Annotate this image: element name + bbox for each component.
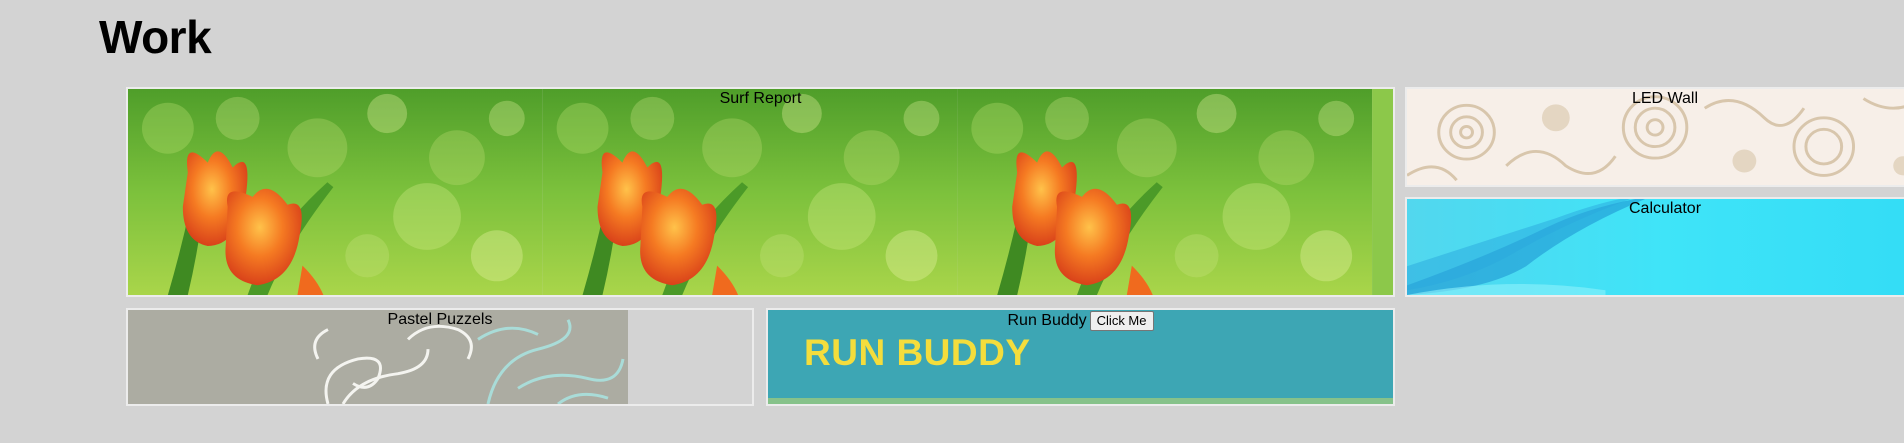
project-card-run-buddy[interactable]: RUN BUDDY Run Buddy Click Me (766, 308, 1395, 406)
project-card-led-wall[interactable]: LED Wall (1405, 87, 1904, 187)
pastel-puzzels-title[interactable]: Pastel Puzzels (128, 311, 752, 329)
click-me-button[interactable]: Click Me (1089, 311, 1154, 331)
project-card-surf-report[interactable]: Surf Report (126, 87, 1395, 297)
project-card-calculator[interactable]: Calculator (1405, 197, 1904, 297)
calculator-title[interactable]: Calculator (1407, 200, 1904, 218)
page-title: Work (99, 11, 212, 63)
project-card-pastel-puzzels[interactable]: Pastel Puzzels (126, 308, 754, 406)
surf-report-image (128, 89, 1393, 295)
led-wall-title[interactable]: LED Wall (1407, 90, 1904, 108)
surf-report-title[interactable]: Surf Report (128, 90, 1393, 108)
run-buddy-title[interactable]: Run Buddy (1007, 312, 1086, 330)
run-buddy-logo: RUN BUDDY (804, 332, 1031, 373)
